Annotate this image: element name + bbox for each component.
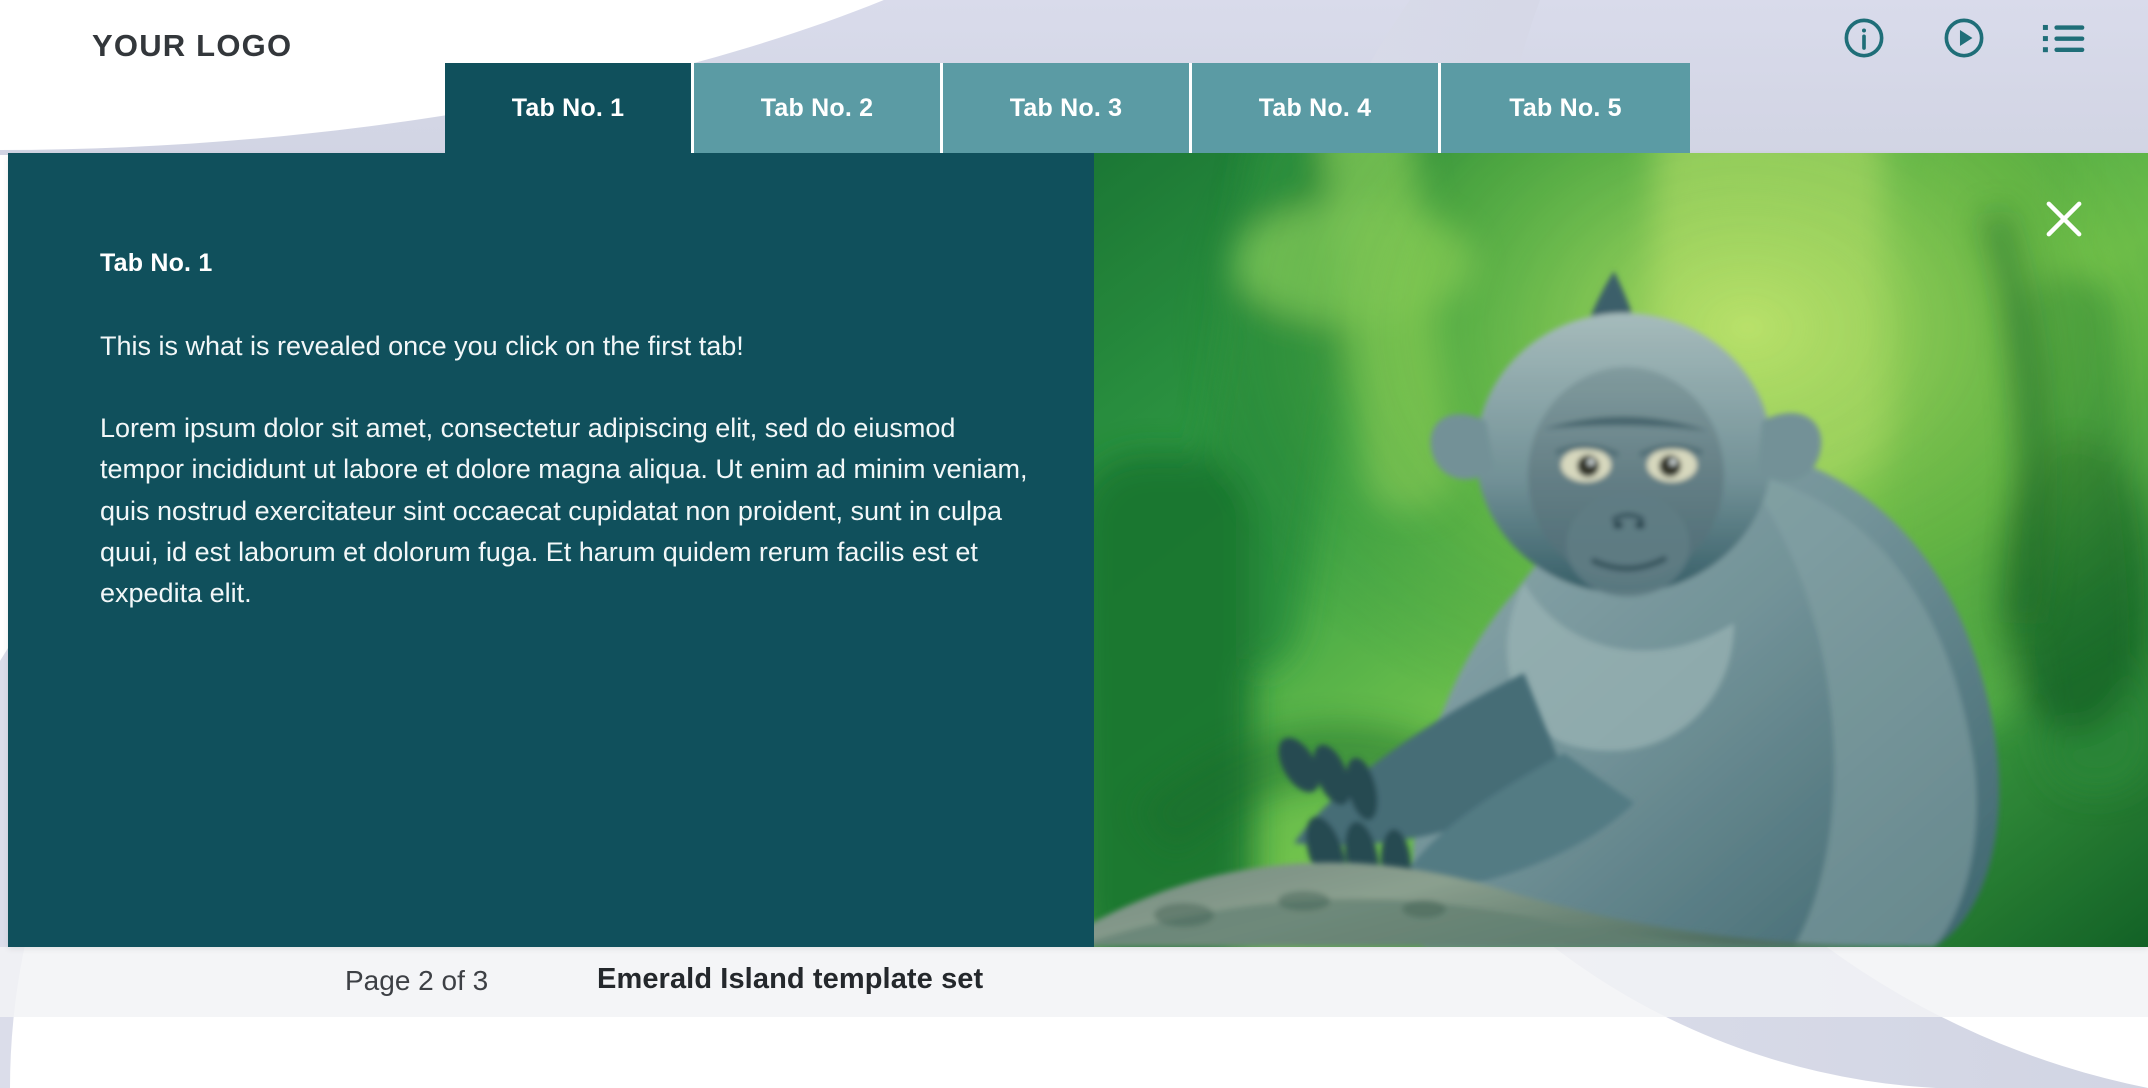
panel-title: Tab No. 1 [100,249,213,277]
tab-2[interactable]: Tab No. 2 [694,63,943,153]
tab-4[interactable]: Tab No. 4 [1192,63,1441,153]
play-icon[interactable] [1938,12,1990,64]
tab-content-text: Tab No. 1 This is what is revealed once … [8,153,1094,947]
tab-3-label: Tab No. 3 [1009,93,1123,122]
header-icon-group [1838,12,2090,64]
page-number: Page 2 of 3 [345,965,489,996]
logo: YOUR LOGO [92,28,293,63]
tab-1-label: Tab No. 1 [511,93,625,122]
tab-5-label: Tab No. 5 [1509,93,1622,122]
close-icon[interactable] [2036,191,2092,247]
panel-body-text: Lorem ipsum dolor sit amet, consectetur … [100,413,1028,608]
tab-5[interactable]: Tab No. 5 [1441,63,1690,153]
tab-content-panel: Tab No. 1 This is what is revealed once … [8,153,2148,947]
tab-1[interactable]: Tab No. 1 [445,63,694,153]
tab-bar: Tab No. 1 Tab No. 2 Tab No. 3 Tab No. 4 … [445,63,1690,153]
tab-2-label: Tab No. 2 [760,93,874,122]
deck-title: Emerald Island template set [597,963,984,995]
panel-lead-text: This is what is revealed once you click … [100,331,744,361]
tab-3[interactable]: Tab No. 3 [943,63,1192,153]
tab-4-label: Tab No. 4 [1258,93,1372,122]
slide-canvas: YOUR LOGO Tab No. 1 Tab No. 2 Tab No. 3 … [0,0,2148,1088]
list-menu-icon[interactable] [2038,12,2090,64]
monkey-photo [1094,153,2148,947]
info-icon[interactable] [1838,12,1890,64]
page-footer: Page 2 of 3 Emerald Island template set [0,947,2148,1088]
